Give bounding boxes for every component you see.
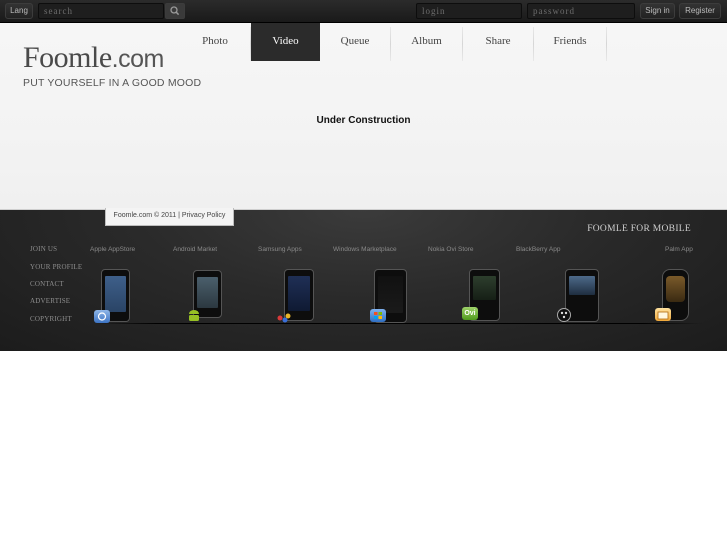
windows-marketplace-icon bbox=[370, 309, 386, 322]
top-bar: Lang Sign in Register bbox=[0, 0, 727, 23]
search-input[interactable] bbox=[38, 3, 164, 19]
language-button[interactable]: Lang bbox=[5, 3, 33, 19]
palm-app-catalog-icon bbox=[655, 308, 671, 321]
ovi-store-icon: Ovi bbox=[462, 307, 478, 320]
nav-queue[interactable]: Queue bbox=[320, 23, 390, 61]
search-button[interactable] bbox=[165, 3, 185, 19]
mobile-section-title: FOOMLE FOR MOBILE bbox=[587, 224, 691, 234]
samsung-apps-icon bbox=[276, 311, 292, 324]
nav-album[interactable]: Album bbox=[391, 23, 462, 61]
search-icon bbox=[170, 6, 180, 16]
footer-link-contact[interactable]: CONTACT bbox=[30, 280, 64, 288]
register-button[interactable]: Register bbox=[679, 3, 721, 19]
sign-in-button[interactable]: Sign in bbox=[640, 3, 675, 19]
store-label-samsung[interactable]: Samsung Apps bbox=[258, 246, 302, 253]
login-input[interactable] bbox=[416, 3, 522, 19]
nav-photo[interactable]: Photo bbox=[180, 23, 250, 61]
store-label-apple[interactable]: Apple AppStore bbox=[90, 246, 135, 253]
blackberry-icon bbox=[557, 308, 571, 322]
footer-link-join-us[interactable]: JOIN US bbox=[30, 245, 57, 253]
copyright-box[interactable]: Foomle.com © 2011 | Privacy Policy bbox=[105, 208, 234, 226]
footer: Foomle.com © 2011 | Privacy Policy FOOML… bbox=[0, 208, 727, 351]
tagline: PUT YOURSELF IN A GOOD MOOD bbox=[23, 77, 202, 89]
nav-friends[interactable]: Friends bbox=[534, 23, 606, 61]
nav-share[interactable]: Share bbox=[463, 23, 533, 61]
store-label-nokia[interactable]: Nokia Ovi Store bbox=[428, 246, 474, 253]
app-store-icon bbox=[94, 310, 110, 323]
footer-link-advertise[interactable]: ADVERTISE bbox=[30, 297, 70, 305]
password-input[interactable] bbox=[527, 3, 635, 19]
nav-divider bbox=[606, 27, 607, 61]
store-label-windows[interactable]: Windows Marketplace bbox=[333, 246, 397, 253]
header: Foomle.com PUT YOURSELF IN A GOOD MOOD P… bbox=[0, 23, 727, 210]
store-label-blackberry[interactable]: BlackBerry App bbox=[516, 246, 560, 253]
footer-link-your-profile[interactable]: YOUR PROFILE bbox=[30, 263, 82, 271]
store-label-palm[interactable]: Palm App bbox=[665, 246, 693, 253]
logo-domain-text: .com bbox=[111, 45, 165, 73]
footer-link-copyright[interactable]: COPYRIGHT bbox=[30, 315, 72, 323]
store-label-android[interactable]: Android Market bbox=[173, 246, 217, 253]
logo[interactable]: Foomle.com bbox=[23, 41, 164, 75]
under-construction-message: Under Construction bbox=[316, 115, 411, 126]
logo-main-text: Foomle bbox=[23, 41, 112, 74]
android-icon bbox=[186, 308, 202, 321]
nav-video[interactable]: Video bbox=[251, 23, 320, 61]
page: Lang Sign in Register Foomle.com PUT YOU… bbox=[0, 0, 727, 545]
phone-shelf bbox=[95, 323, 703, 324]
